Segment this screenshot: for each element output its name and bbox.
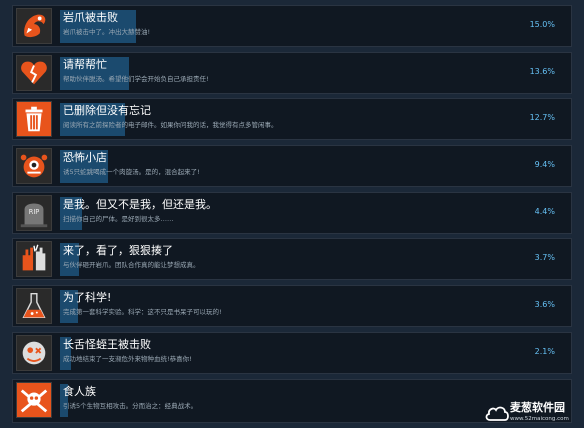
achievement-description: 成功地结束了一支濒危外来物种血统!恭喜你! (63, 355, 192, 363)
site-watermark: 麦葱软件园 www.52maicong.com (484, 400, 584, 428)
achievement-name: 为了科学! (63, 291, 112, 304)
achievement-row[interactable]: 恐怖小店 诱5只蛇跳喝成一个肉旋汤。是的，混合起来了! 9.4% (12, 145, 572, 187)
creature-icon (16, 148, 52, 184)
achievement-description: 引诱5个生物互相攻击。分而治之：经典战术。 (63, 402, 198, 410)
achievement-percent: 13.6% (529, 67, 555, 76)
achievement-percent: 4.4% (534, 207, 555, 216)
achievement-row[interactable]: 请帮帮忙 帮助伙伴脱汤。希望他们学会开始负自己承担责任! 13.6% (12, 52, 572, 94)
achievement-name: 食人族 (63, 385, 96, 398)
achievement-description: 与伙伴砸开岩爪。团队合作真的能让梦想成真。 (63, 261, 200, 269)
achievement-row[interactable]: 来了，看了，狠狠揍了 与伙伴砸开岩爪。团队合作真的能让梦想成真。 3.7% (12, 238, 572, 280)
achievement-row[interactable]: RIP 是我。但又不是我，但还是我。 扫描你自己的尸体。是好到很太多…… 4.4… (12, 192, 572, 234)
cloud-logo-icon (485, 406, 509, 421)
high-five-icon (16, 241, 52, 277)
achievement-name: 来了，看了，狠狠揍了 (63, 244, 173, 257)
monster-face-icon (16, 335, 52, 371)
achievement-name: 已删除但没有忘记 (63, 104, 151, 117)
achievement-percent: 9.4% (534, 160, 555, 169)
achievement-name: 恐怖小店 (63, 151, 107, 164)
achievement-row[interactable]: 为了科学! 完成第一套科学实验。科学：这不只是书呆子可以玩的! 3.6% (12, 285, 572, 327)
achievement-description: 阅读所有之前探险者的电子邮件。如果你问我的话，我觉得有点多管闲事。 (63, 121, 278, 129)
flask-icon (16, 288, 52, 324)
achievement-name: 长舌怪蛭王被击败 (63, 338, 151, 351)
achievement-percent: 2.1% (534, 347, 555, 356)
tombstone-icon: RIP (16, 195, 52, 231)
achievement-description: 完成第一套科学实验。科学：这不只是书呆子可以玩的! (63, 308, 222, 316)
achievement-row[interactable]: 岩爪被击败 岩爪被击中了。冲出大赫赞油! 15.0% (12, 5, 572, 47)
svg-text:RIP: RIP (29, 208, 40, 216)
trash-can-icon (16, 101, 52, 137)
achievement-percent: 12.7% (529, 113, 555, 122)
achievement-name: 请帮帮忙 (63, 58, 107, 71)
achievement-percent: 3.6% (534, 300, 555, 309)
achievement-percent: 3.7% (534, 253, 555, 262)
achievement-name: 是我。但又不是我，但还是我。 (63, 198, 217, 211)
achievement-name: 岩爪被击败 (63, 11, 118, 24)
achievement-description: 岩爪被击中了。冲出大赫赞油! (63, 28, 151, 36)
orange-claw-icon (16, 8, 52, 44)
watermark-title: 麦葱软件园 (510, 401, 565, 414)
achievement-percent: 15.0% (529, 20, 555, 29)
achievement-description: 扫描你自己的尸体。是好到很太多…… (63, 215, 174, 223)
achievement-description: 诱5只蛇跳喝成一个肉旋汤。是的，混合起来了! (63, 168, 200, 176)
broken-heart-icon (16, 55, 52, 91)
achievement-description: 帮助伙伴脱汤。希望他们学会开始负自己承担责任! (63, 75, 209, 83)
achievement-row[interactable]: 已删除但没有忘记 阅读所有之前探险者的电子邮件。如果你问我的话，我觉得有点多管闲… (12, 98, 572, 140)
achievement-row[interactable]: 长舌怪蛭王被击败 成功地结束了一支濒危外来物种血统!恭喜你! 2.1% (12, 332, 572, 374)
watermark-url: www.52maicong.com (510, 416, 569, 422)
skull-crossbones-icon (16, 382, 52, 418)
